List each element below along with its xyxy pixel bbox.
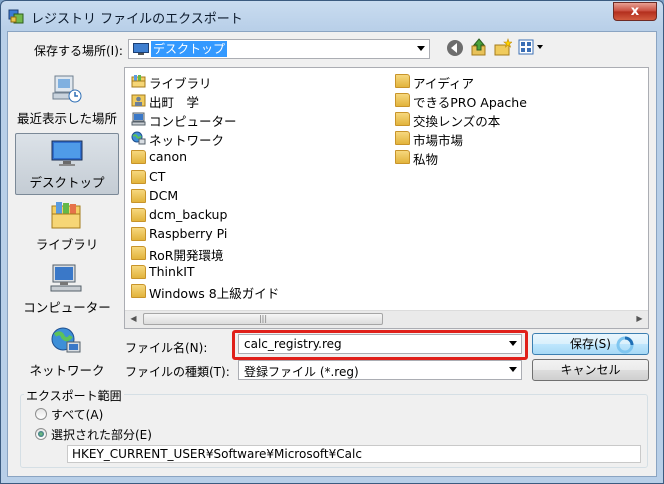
title-bar[interactable]: レジストリ ファイルのエクスポート x <box>1 1 663 31</box>
filetype-label: ファイルの種類(T): <box>125 365 230 379</box>
dialog-body: 保存する場所(I): デスクトップ 最近表示した場所 デスクトップ ライブラリ … <box>7 31 657 477</box>
item-name: 私物 <box>413 152 439 168</box>
radio-selected-label[interactable]: 選択された部分(E) <box>51 426 152 443</box>
folder-icon <box>395 131 410 146</box>
item-name: 交換レンズの本 <box>413 114 501 130</box>
desktop-icon <box>51 140 83 166</box>
item-name: canon <box>149 149 188 165</box>
busy-cursor-icon <box>616 336 634 354</box>
place-label: ネットワーク <box>29 363 105 378</box>
close-button[interactable]: x <box>613 2 657 21</box>
place-recent[interactable]: 最近表示した場所 <box>15 70 119 132</box>
recent-places-icon <box>52 75 82 103</box>
save-in-combo[interactable]: デスクトップ <box>128 39 430 59</box>
item-name: CT <box>149 168 166 184</box>
save-in-label: 保存する場所(I): <box>34 44 123 58</box>
library-icon <box>131 75 146 88</box>
item-name: ライブラリ <box>149 76 212 91</box>
save-button[interactable]: 保存(S) <box>532 333 649 355</box>
save-button-label: 保存(S) <box>570 337 611 351</box>
export-dialog: レジストリ ファイルのエクスポート x 保存する場所(I): デスクトップ 最近… <box>0 0 664 484</box>
horizontal-scrollbar[interactable]: ◀ ||| ▶ <box>125 310 648 328</box>
item-name: RoR開発環境 <box>149 247 224 263</box>
registry-editor-icon <box>8 9 24 24</box>
filename-input[interactable]: calc_registry.reg <box>238 334 522 354</box>
chevron-down-icon[interactable] <box>509 367 517 372</box>
folder-icon <box>131 188 146 203</box>
item-name: アイディア <box>413 76 475 91</box>
chevron-down-icon[interactable] <box>417 46 425 51</box>
user-folder-icon <box>131 94 146 107</box>
item-name: dcm_backup <box>149 206 228 222</box>
item-name: 市場市場 <box>413 133 464 149</box>
filetype-select[interactable]: 登録ファイル (*.reg) <box>238 360 522 380</box>
filename-label: ファイル名(N): <box>125 341 208 355</box>
item-name: DCM <box>149 187 179 203</box>
folder-icon <box>395 150 410 165</box>
chevron-down-icon[interactable] <box>509 341 517 346</box>
scroll-left-icon[interactable]: ◀ <box>125 311 142 327</box>
filename-value: calc_registry.reg <box>244 337 342 351</box>
folder-icon <box>395 112 410 127</box>
library-icon <box>51 202 81 229</box>
place-label: ライブラリ <box>35 237 99 252</box>
item-name: Raspberry Pi <box>149 225 228 241</box>
place-computer[interactable]: コンピューター <box>15 259 119 321</box>
network-icon <box>51 327 81 353</box>
folder-icon <box>131 265 146 279</box>
place-label: デスクトップ <box>29 175 105 190</box>
cancel-button[interactable]: キャンセル <box>532 359 649 381</box>
up-folder-icon[interactable] <box>470 38 488 57</box>
place-desktop[interactable]: デスクトップ <box>15 133 119 195</box>
item-name: Windows 8上級ガイド <box>149 286 280 302</box>
place-label: 最近表示した場所 <box>16 111 117 126</box>
folder-icon <box>395 74 410 88</box>
view-menu-icon[interactable] <box>518 39 546 55</box>
selected-branch-field[interactable]: HKEY_CURRENT_USER¥Software¥Microsoft¥Cal… <box>67 445 641 463</box>
folder-icon <box>131 169 146 184</box>
computer-icon <box>131 112 146 126</box>
radio-selected[interactable] <box>35 428 47 440</box>
network-icon <box>131 131 146 145</box>
folder-icon <box>131 207 146 222</box>
scroll-thumb[interactable]: ||| <box>143 313 383 325</box>
place-network[interactable]: ネットワーク <box>15 322 119 384</box>
folder-icon <box>395 93 410 108</box>
scroll-right-icon[interactable]: ▶ <box>631 311 648 327</box>
place-label: コンピューター <box>23 300 111 315</box>
radio-all[interactable] <box>35 408 47 420</box>
item-name: ネットワーク <box>149 133 225 149</box>
computer-icon <box>50 264 82 292</box>
export-range-legend: エクスポート範囲 <box>24 387 124 404</box>
export-range-group: すべて(A) 選択された部分(E) HKEY_CURRENT_USER¥Soft… <box>20 394 648 468</box>
save-in-value: デスクトップ <box>151 41 228 57</box>
new-folder-icon[interactable] <box>494 38 512 57</box>
desktop-icon <box>133 43 149 55</box>
places-bar: 最近表示した場所 デスクトップ ライブラリ コンピューター ネットワーク <box>15 70 119 416</box>
item-name: ThinkIT <box>149 264 195 279</box>
folder-icon <box>131 284 146 299</box>
item-name: 出町 学 <box>149 95 200 111</box>
back-arrow-icon[interactable] <box>446 39 464 57</box>
folder-icon <box>131 226 146 241</box>
cancel-button-label: キャンセル <box>560 363 621 377</box>
folder-icon <box>131 150 146 165</box>
file-list[interactable]: ライブラリ出町 学コンピューター ネットワーク canon CT DCM dcm_back… <box>124 67 649 329</box>
window-title: レジストリ ファイルのエクスポート <box>31 12 243 27</box>
item-name: コンピューター <box>149 114 237 130</box>
item-name: できるPRO Apache <box>413 95 527 111</box>
filetype-value: 登録ファイル (*.reg) <box>244 365 359 379</box>
folder-icon <box>131 245 146 260</box>
radio-all-label[interactable]: すべて(A) <box>51 406 103 423</box>
place-library[interactable]: ライブラリ <box>15 196 119 258</box>
